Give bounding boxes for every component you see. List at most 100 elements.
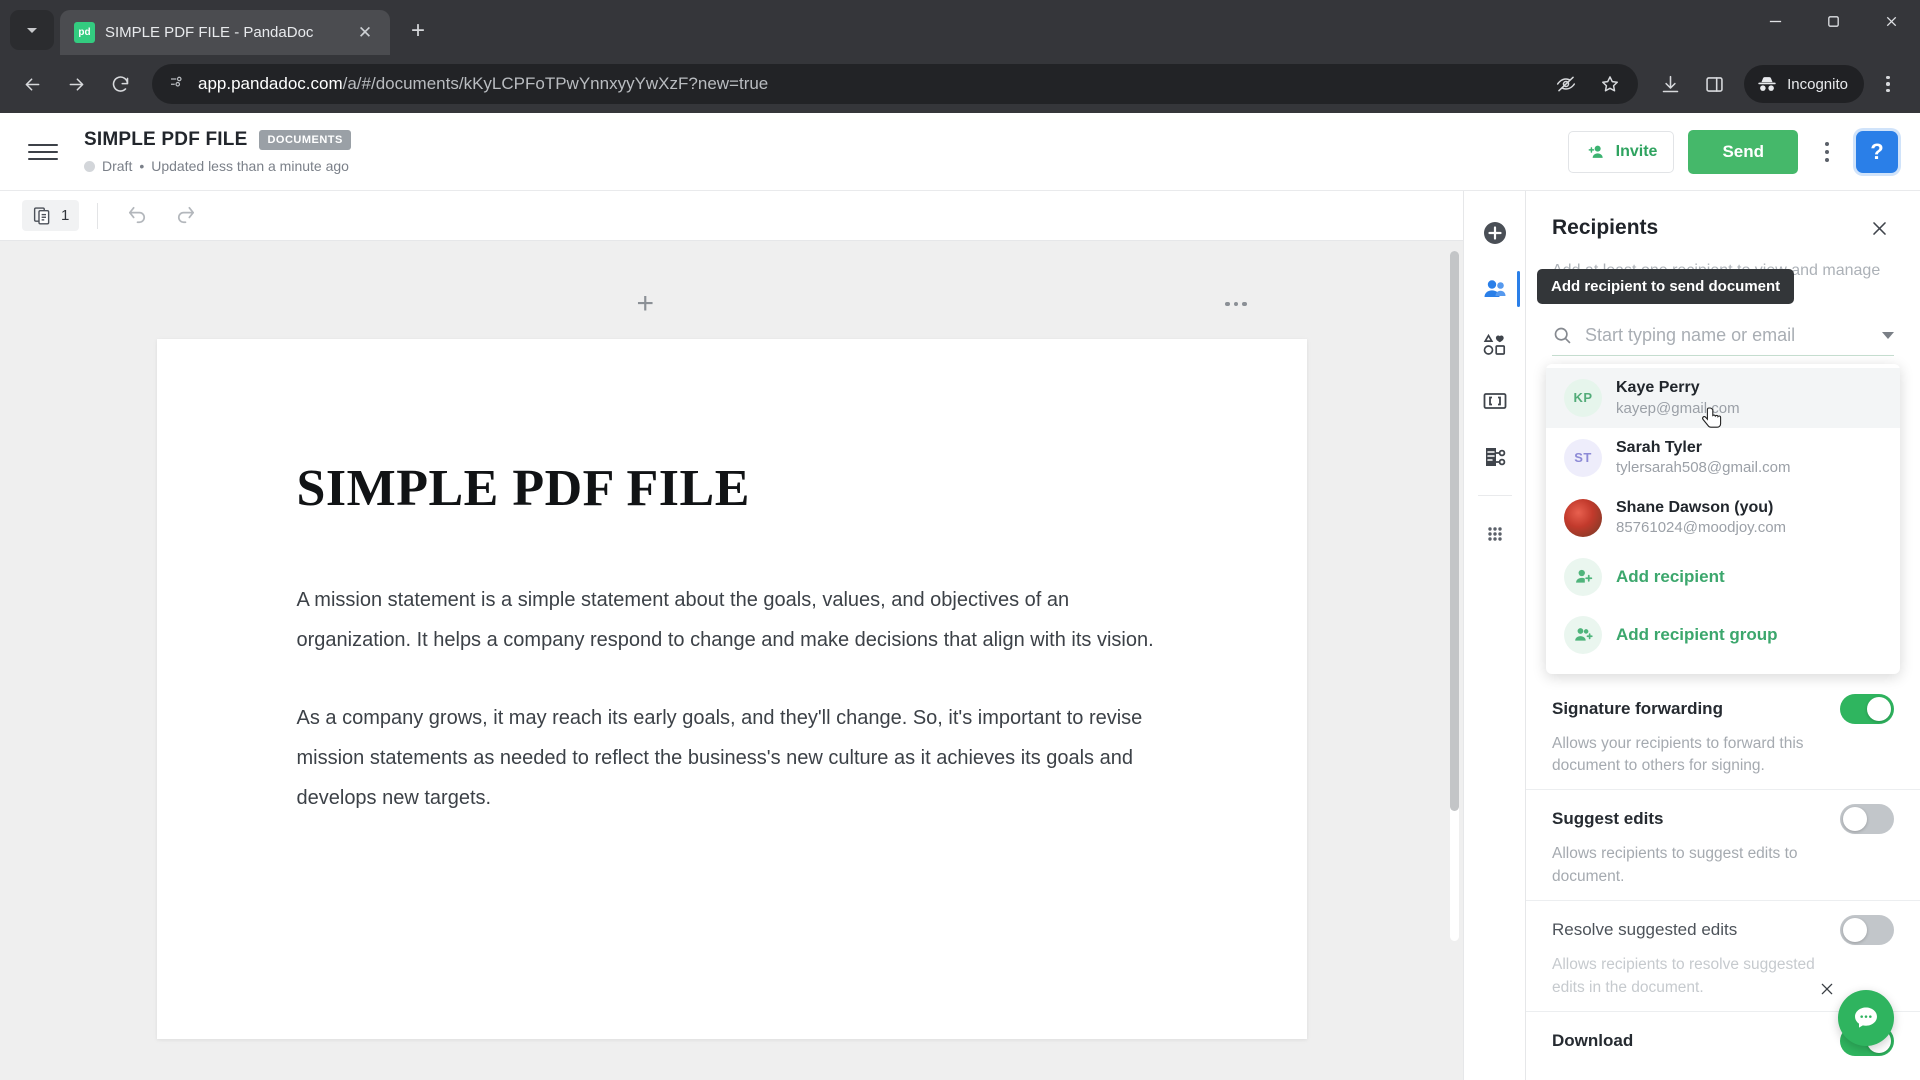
window-controls: [1746, 0, 1920, 55]
tab-close-button[interactable]: ✕: [354, 22, 376, 44]
meta-separator: •: [139, 158, 145, 174]
setting-description: Allows recipients to suggest edits to do…: [1552, 845, 1798, 885]
undo-button[interactable]: [116, 199, 158, 233]
pages-button[interactable]: 1: [22, 200, 80, 231]
close-window-button[interactable]: [1862, 0, 1920, 42]
send-button[interactable]: Send: [1688, 129, 1798, 174]
add-block-button[interactable]: +: [637, 289, 655, 319]
chevron-down-icon[interactable]: [1882, 332, 1894, 339]
rail-item-content-library[interactable]: [1471, 319, 1519, 371]
downloads-icon[interactable]: [1650, 64, 1690, 104]
incognito-indicator[interactable]: Incognito: [1744, 65, 1864, 103]
app-body: 1 + SIMPLE PDF FILE A mission statement …: [0, 191, 1920, 1080]
back-button[interactable]: [12, 64, 52, 104]
editor-tool-rail: [1463, 191, 1525, 1080]
panel-close-button[interactable]: [1864, 213, 1894, 243]
list-item[interactable]: Shane Dawson (you) 85761024@moodjoy.com: [1546, 488, 1900, 548]
reload-button[interactable]: [100, 64, 140, 104]
incognito-label: Incognito: [1787, 75, 1848, 93]
address-bar[interactable]: app.pandadoc.com/a/#/documents/kKyLCPFoT…: [152, 64, 1639, 104]
chrome-menu-button[interactable]: [1868, 64, 1908, 104]
omnibox-actions: [1546, 64, 1630, 104]
page-info-icon[interactable]: [168, 73, 186, 96]
document-updated: Updated less than a minute ago: [151, 158, 349, 174]
minimize-button[interactable]: [1746, 0, 1804, 42]
side-panel-icon[interactable]: [1694, 64, 1734, 104]
undo-icon: [128, 206, 145, 224]
setting-label: Signature forwarding: [1552, 698, 1723, 718]
document-page[interactable]: SIMPLE PDF FILE A mission statement is a…: [156, 339, 1307, 1039]
close-icon: [1821, 983, 1833, 995]
status-badge: DOCUMENTS: [259, 130, 351, 150]
editor-toolbar: 1: [0, 191, 1463, 241]
rail-item-variables[interactable]: [1471, 375, 1519, 427]
search-icon: [1554, 327, 1571, 344]
document-canvas[interactable]: + SIMPLE PDF FILE A mission statement is…: [0, 241, 1463, 1080]
editor-area: 1 + SIMPLE PDF FILE A mission statement …: [0, 191, 1463, 1080]
hamburger-icon[interactable]: [22, 131, 64, 173]
list-item[interactable]: ST Sarah Tyler tylersarah508@gmail.com: [1546, 428, 1900, 488]
add-recipient-group-label: Add recipient group: [1616, 624, 1778, 644]
list-item[interactable]: KP Kaye Perry kayep@gmail.com: [1546, 368, 1900, 428]
app-header: SIMPLE PDF FILE DOCUMENTS Draft • Update…: [0, 113, 1920, 191]
maximize-button[interactable]: [1804, 0, 1862, 42]
recipient-name: Sarah Tyler: [1616, 438, 1702, 456]
invite-button[interactable]: Invite: [1567, 130, 1675, 173]
eye-off-icon[interactable]: [1546, 64, 1586, 104]
add-content-icon: [1483, 222, 1506, 244]
forward-button[interactable]: [56, 64, 96, 104]
document-paragraph-2: As a company grows, it may reach its ear…: [296, 707, 1143, 809]
chat-bubble-button[interactable]: [1838, 990, 1894, 1046]
setting-label: Resolve suggested edits: [1552, 920, 1738, 940]
page-controls: +: [157, 289, 1307, 319]
browser-tab[interactable]: pd SIMPLE PDF FILE - PandaDoc ✕: [60, 10, 390, 55]
help-label: ?: [1870, 138, 1884, 164]
rail-item-apps[interactable]: [1471, 508, 1519, 560]
pages-icon: [33, 207, 50, 225]
help-button[interactable]: ?: [1856, 130, 1898, 173]
document-heading: SIMPLE PDF FILE: [296, 460, 750, 517]
draft-dot-icon: [84, 160, 95, 172]
rail-item-workflow[interactable]: [1471, 431, 1519, 483]
close-icon: [1872, 221, 1886, 235]
content-library-icon: [1483, 333, 1505, 355]
page-more-button[interactable]: [1225, 301, 1247, 307]
add-person-icon: [1588, 145, 1603, 158]
tab-search-button[interactable]: [10, 10, 54, 50]
resolve-suggested-edits-toggle[interactable]: [1840, 915, 1894, 946]
rail-item-recipients[interactable]: [1471, 263, 1520, 315]
signature-forwarding-toggle[interactable]: [1840, 693, 1894, 724]
rail-divider: [1477, 495, 1512, 496]
avatar: [1564, 498, 1602, 537]
setting-label: Suggest edits: [1552, 809, 1664, 829]
workflow-icon: [1485, 448, 1505, 466]
redo-icon: [177, 206, 194, 224]
chat-close-button[interactable]: [1816, 978, 1838, 1000]
recipient-email: kayep@gmail.com: [1616, 399, 1740, 417]
tab-strip: pd SIMPLE PDF FILE - PandaDoc ✕ +: [0, 0, 1920, 55]
document-paragraph-1: A mission statement is a simple statemen…: [296, 589, 1154, 651]
recipient-name: Kaye Perry: [1616, 379, 1700, 396]
avatar: ST: [1564, 438, 1602, 477]
add-recipient-button[interactable]: Add recipient: [1546, 548, 1900, 606]
rail-item-add-content[interactable]: [1471, 207, 1519, 259]
panel-title: Recipients: [1552, 216, 1659, 239]
invite-label: Invite: [1615, 142, 1658, 160]
recipient-search-row[interactable]: [1552, 325, 1894, 356]
setting-description: Allows your recipients to forward this d…: [1552, 734, 1804, 774]
recipient-info: Kaye Perry kayep@gmail.com: [1616, 377, 1740, 419]
pages-count: 1: [61, 207, 70, 224]
chat-bubble-icon: [1855, 1007, 1877, 1028]
document-more-button[interactable]: [1812, 132, 1842, 172]
add-recipient-group-button[interactable]: Add recipient group: [1546, 606, 1900, 664]
document-meta: Draft • Updated less than a minute ago: [84, 158, 351, 174]
pandadoc-favicon: pd: [74, 22, 95, 43]
document-title-block: SIMPLE PDF FILE DOCUMENTS Draft • Update…: [84, 129, 351, 174]
suggest-edits-toggle[interactable]: [1840, 804, 1894, 835]
new-tab-button[interactable]: +: [400, 13, 436, 49]
search-input[interactable]: [1585, 325, 1870, 346]
redo-button[interactable]: [164, 199, 206, 233]
setting-suggest-edits: Suggest edits Allows recipients to sugge…: [1526, 789, 1920, 900]
bookmark-star-icon[interactable]: [1590, 64, 1630, 104]
canvas-scrollbar[interactable]: [1450, 251, 1459, 941]
